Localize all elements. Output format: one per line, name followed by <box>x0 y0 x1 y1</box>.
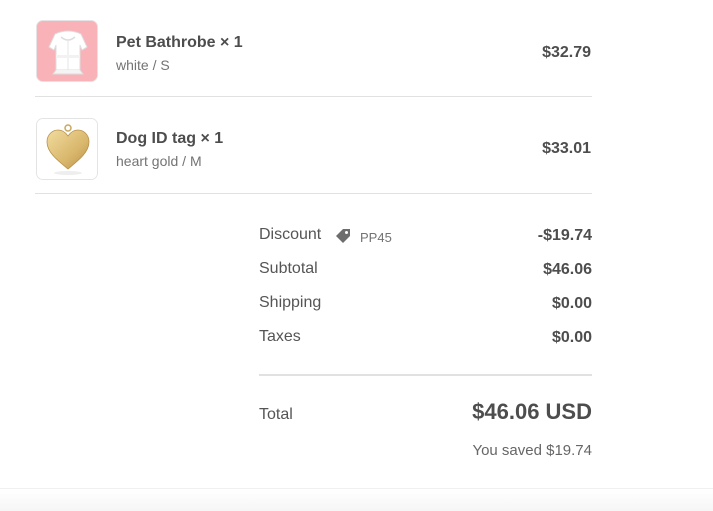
discount-label: Discount <box>259 226 322 243</box>
total-amount: $46.06 USD <box>472 399 592 424</box>
item-name: Pet Bathrobe × 1 <box>116 34 243 51</box>
item-price: $32.79 <box>542 44 591 61</box>
line-item: Pet Bathrobe × 1 white / S $32.79 <box>35 0 592 97</box>
heart-tag-icon <box>37 119 97 179</box>
item-name: Dog ID tag × 1 <box>116 130 224 147</box>
item-variant: white / S <box>116 57 170 73</box>
item-price: $33.01 <box>542 140 591 157</box>
gold-heart-tag-image <box>36 118 98 180</box>
discount-row: Discount PP45 -$19.74 <box>259 222 592 256</box>
discount-code: PP45 <box>360 229 392 245</box>
discount-value: -$19.74 <box>537 227 592 244</box>
total-row: Total $46.06 USD <box>259 396 592 436</box>
totals-table: Discount PP45 -$19.74 Subtotal $46.06 Sh… <box>259 222 592 358</box>
taxes-value: $0.00 <box>551 329 592 346</box>
discount-code-tag: PP45 <box>333 227 392 247</box>
order-summary: Pet Bathrobe × 1 white / S $32.79 Dog ID… <box>35 0 592 194</box>
taxes-row: Taxes $0.00 <box>259 324 592 358</box>
subtotal-value: $46.06 <box>543 261 592 278</box>
bathrobe-icon <box>37 21 97 81</box>
line-item: Dog ID tag × 1 heart gold / M $33.01 <box>35 97 592 194</box>
pet-bathrobe-image <box>36 20 98 82</box>
taxes-label: Taxes <box>259 328 301 345</box>
tag-icon <box>336 229 350 243</box>
shipping-value: $0.00 <box>551 295 592 312</box>
subtotal-label: Subtotal <box>259 260 318 277</box>
shipping-row: Shipping $0.00 <box>259 290 592 324</box>
shipping-label: Shipping <box>259 294 322 311</box>
subtotal-row: Subtotal $46.06 <box>259 256 592 290</box>
totals-divider <box>259 374 592 376</box>
item-variant: heart gold / M <box>116 153 202 169</box>
total-label: Total <box>259 406 293 423</box>
savings-text: You saved $19.74 <box>472 442 592 459</box>
bottom-edge <box>0 488 713 511</box>
